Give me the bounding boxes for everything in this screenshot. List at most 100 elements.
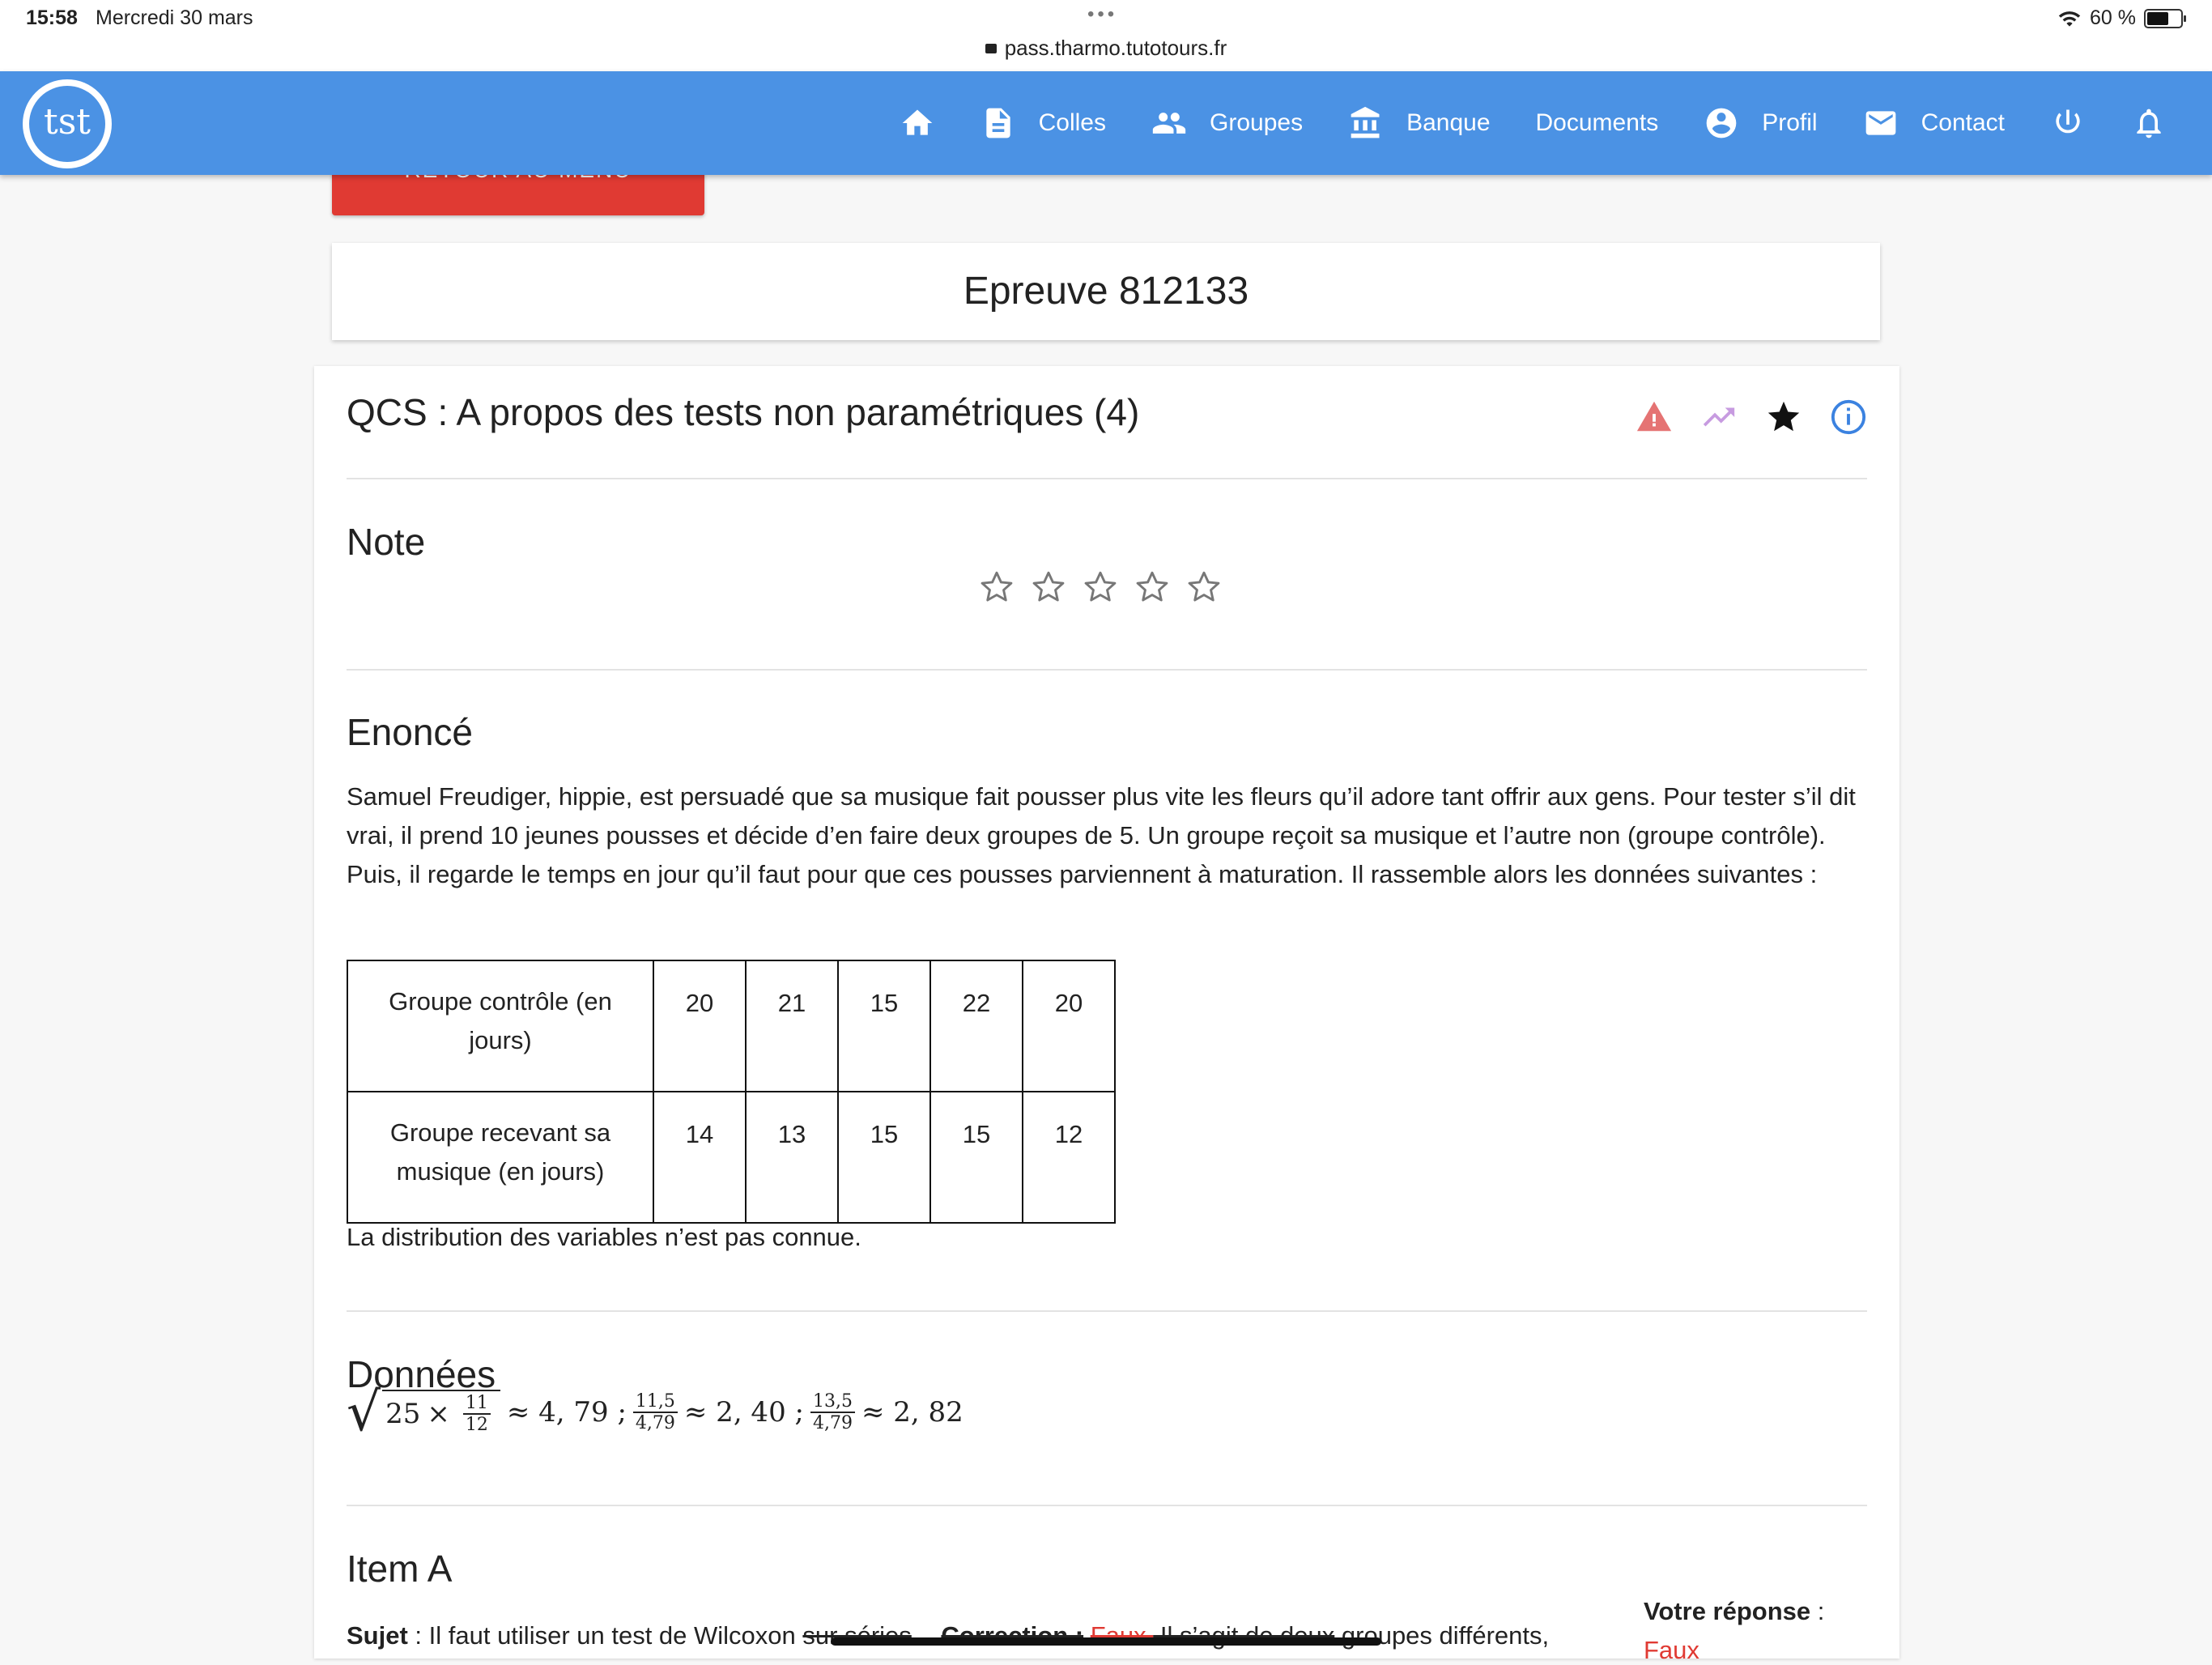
power-icon (2056, 109, 2080, 134)
table-cell: 20 (653, 960, 747, 1092)
address-bar[interactable]: pass.tharmo.tutotours.fr (0, 36, 2212, 61)
battery-icon (2144, 8, 2186, 28)
sujet-text: : Il faut utiliser un test de Wilcoxon (407, 1621, 803, 1650)
nav-profil[interactable]: Profil (1704, 105, 1818, 141)
fraction-numerator: 11,5 (632, 1391, 678, 1413)
math-result: ≈ 4, 79 ; (506, 1396, 627, 1429)
tutotours-logo[interactable]: tst (23, 79, 112, 168)
nav-notifications[interactable] (2131, 105, 2167, 141)
table-cell: 20 (1022, 960, 1116, 1092)
donnees-formula: √ 25 × 11 12 ≈ 4, 79 ; 11,5 4,79 ≈ 2, 40… (347, 1386, 963, 1439)
nav-colles[interactable]: Colles (981, 105, 1106, 141)
url-text: pass.tharmo.tutotours.fr (1004, 36, 1227, 60)
status-date: Mercredi 30 mars (96, 6, 253, 29)
status-bar: 15:58 Mercredi 30 mars ••• pass.tharmo.t… (0, 0, 2212, 71)
logo-text: tst (29, 86, 105, 162)
item-a-sujet: Sujet : Il faut utiliser un test de Wilc… (347, 1621, 1549, 1650)
table-row: Groupe recevant sa musique (en jours) 14… (347, 1091, 1116, 1224)
note-title: Note (347, 521, 426, 563)
votre-reponse-sep: : (1810, 1597, 1825, 1625)
nav-colles-label: Colles (1038, 109, 1106, 136)
votre-reponse-value: Faux (1644, 1636, 1699, 1664)
table-cell: 15 (837, 1091, 931, 1224)
home-indicator[interactable] (831, 1637, 1381, 1646)
table-cell: 12 (1022, 1091, 1116, 1224)
star-outline-icon[interactable] (1132, 567, 1172, 607)
info-icon[interactable] (1830, 398, 1867, 436)
math-result: ≈ 2, 82 (861, 1396, 963, 1429)
lock-icon (985, 44, 997, 53)
star-outline-icon[interactable] (1184, 567, 1224, 607)
item-a-title: Item A (347, 1548, 453, 1590)
fraction-numerator: 11 (462, 1393, 491, 1415)
mail-icon (1865, 111, 1895, 135)
divider (347, 1505, 1867, 1506)
fraction: 11 12 (462, 1393, 491, 1435)
star-outline-icon[interactable] (976, 567, 1017, 607)
votre-reponse: Votre réponse : (1644, 1597, 1824, 1626)
star-outline-icon[interactable] (1080, 567, 1121, 607)
fraction-denominator: 12 (465, 1415, 488, 1435)
app-bar: tst Colles Groupes Banque Documents Prof… (0, 71, 2212, 175)
battery-percent: 60 % (2090, 6, 2136, 29)
fraction: 11,5 4,79 (632, 1391, 678, 1433)
distribution-note: La distribution des variables n’est pas … (347, 1223, 861, 1251)
enonce-text: Samuel Freudiger, hippie, est persuadé q… (347, 782, 1856, 888)
epreuve-title: Epreuve 812133 (332, 243, 1880, 340)
divider (347, 1310, 1867, 1312)
document-icon (985, 108, 1010, 138)
nav-groupes[interactable]: Groupes (1151, 105, 1303, 141)
table-row: Groupe contrôle (en jours) 20 21 15 22 2… (347, 960, 1116, 1092)
nav-documents-label: Documents (1535, 109, 1659, 136)
status-right: 60 % (2057, 6, 2186, 30)
star-outline-icon[interactable] (1028, 567, 1069, 607)
nav-banque[interactable]: Banque (1348, 105, 1491, 141)
nav-logout[interactable] (2050, 105, 2086, 141)
table-cell: Groupe recevant sa musique (en jours) (347, 1091, 654, 1224)
home-icon (902, 109, 932, 135)
nav-groupes-label: Groupes (1210, 109, 1304, 136)
data-table: Groupe contrôle (en jours) 20 21 15 22 2… (347, 960, 1116, 1224)
question-title: QCS : A propos des tests non paramétriqu… (347, 391, 1140, 433)
fraction-denominator: 4,79 (635, 1413, 675, 1433)
main-nav: Colles Groupes Banque Documents Profil C… (900, 71, 2212, 175)
status-time: 15:58 (26, 6, 78, 29)
table-cell: 15 (837, 960, 931, 1092)
fraction-denominator: 4,79 (812, 1413, 853, 1433)
sujet-label: Sujet (347, 1621, 408, 1650)
rating-stars[interactable] (976, 567, 1224, 607)
divider (347, 669, 1867, 671)
star-filled-icon[interactable] (1765, 398, 1802, 436)
warning-icon[interactable] (1636, 398, 1673, 436)
wifi-icon (2058, 11, 2081, 27)
table-cell: 22 (929, 960, 1023, 1092)
table-cell: 21 (745, 960, 839, 1092)
nav-profil-label: Profil (1762, 109, 1818, 136)
math-operator: × (427, 1398, 450, 1430)
nav-banque-label: Banque (1406, 109, 1491, 136)
fraction: 13,5 4,79 (810, 1391, 855, 1433)
table-cell: 14 (653, 1091, 747, 1224)
table-cell: 13 (745, 1091, 839, 1224)
fraction-numerator: 13,5 (810, 1391, 855, 1413)
nav-contact-label: Contact (1921, 109, 2005, 136)
nav-documents[interactable]: Documents (1536, 109, 1659, 137)
trending-up-icon[interactable] (1700, 398, 1738, 436)
table-cell: 15 (929, 1091, 1023, 1224)
square-root: √ 25 × 11 12 (347, 1386, 500, 1439)
account-circle-icon (1706, 108, 1737, 138)
question-actions (1636, 398, 1867, 436)
nav-contact[interactable]: Contact (1863, 105, 2005, 141)
table-cell: Groupe contrôle (en jours) (347, 960, 654, 1092)
bank-icon (1351, 106, 1380, 138)
multitask-dots[interactable]: ••• (1087, 3, 1117, 26)
enonce-title: Enoncé (347, 711, 474, 753)
bell-icon (2137, 109, 2161, 138)
nav-home[interactable] (900, 105, 935, 141)
math-term: 25 (385, 1398, 421, 1430)
people-icon (1152, 113, 1186, 134)
math-result: ≈ 2, 40 ; (683, 1396, 804, 1429)
votre-reponse-label: Votre réponse (1644, 1597, 1811, 1625)
question-card: QCS : A propos des tests non paramétriqu… (314, 366, 1899, 1664)
divider (347, 478, 1867, 479)
